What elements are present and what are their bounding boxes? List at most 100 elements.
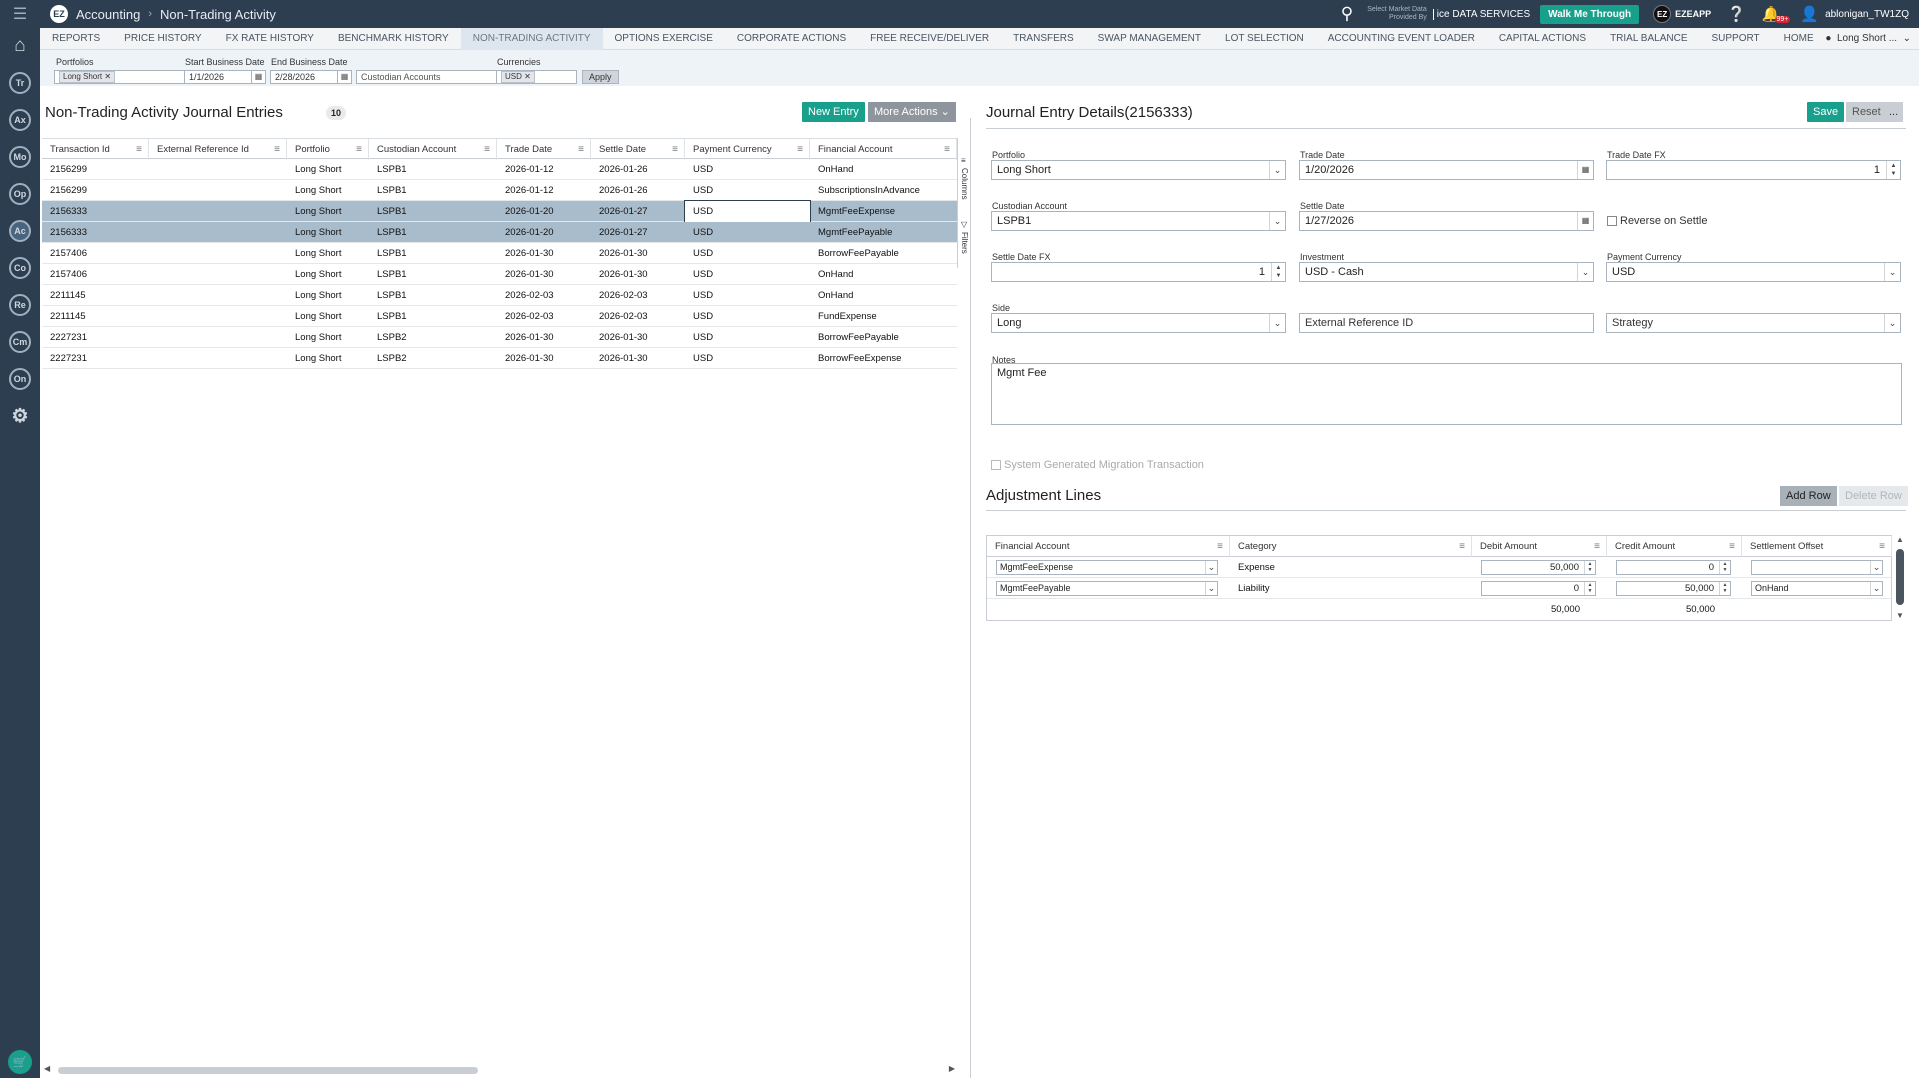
sidebar-item-co[interactable]: Co <box>9 257 31 279</box>
scroll-right-icon[interactable]: ▶ <box>949 1064 955 1073</box>
scroll-down-icon[interactable]: ▼ <box>1896 611 1904 620</box>
trade-date-cell[interactable]: 2026-02-03 <box>497 306 591 327</box>
financial-account-cell[interactable]: OnHand <box>810 285 957 306</box>
payment-currency-cell[interactable]: USD <box>685 348 810 369</box>
external-reference-input[interactable]: External Reference ID <box>1299 313 1594 333</box>
custodian-account-select[interactable]: LSPB1 ⌄ <box>991 211 1286 231</box>
portfolio-cell[interactable]: Long Short <box>287 159 369 180</box>
table-row[interactable]: 2211145 Long Short LSPB1 2026-02-03 2026-02-… <box>42 306 957 327</box>
add-row-button[interactable]: Add Row <box>1780 486 1837 506</box>
financial-account-cell[interactable]: BorrowFeePayable <box>810 243 957 264</box>
settle-date-cell[interactable]: 2026-01-30 <box>591 264 685 285</box>
home-icon[interactable]: ⌂ <box>9 35 31 57</box>
financial-account-cell[interactable]: SubscriptionsInAdvance <box>810 180 957 201</box>
table-row[interactable]: 2156299 Long Short LSPB1 2026-01-12 2026-01-… <box>42 180 957 201</box>
ice-logo[interactable]: ice DATA SERVICES <box>1432 8 1530 20</box>
transaction-id-cell[interactable]: 2156299 <box>42 180 149 201</box>
column-header-settle-date[interactable]: Settle Date ≡ <box>591 139 685 160</box>
save-button[interactable]: Save <box>1807 102 1845 122</box>
delete-row-button[interactable]: Delete Row <box>1839 486 1908 506</box>
custodian-account-cell[interactable]: LSPB1 <box>369 243 497 264</box>
calendar-icon[interactable]: ▦ <box>337 71 351 83</box>
user-name[interactable]: ablonigan_TW1ZQ <box>1825 9 1909 20</box>
settle-date-fx-input[interactable]: 1 ▲ ▼ <box>991 262 1286 282</box>
transaction-id-cell[interactable]: 2227231 <box>42 327 149 348</box>
financial-account-select[interactable]: MgmtFeeExpense ⌄ <box>996 560 1218 575</box>
ezeapp-button[interactable]: EZ EZEAPP <box>1653 5 1711 23</box>
scrollbar-thumb[interactable] <box>1896 549 1904 605</box>
payment-currency-cell[interactable]: USD <box>685 159 810 180</box>
transaction-id-cell[interactable]: 2157406 <box>42 264 149 285</box>
tab-transfers[interactable]: TRANSFERS <box>1001 28 1086 50</box>
table-row[interactable]: 2227231 Long Short LSPB2 2026-01-30 2026-01-… <box>42 348 957 369</box>
external-ref-cell[interactable] <box>149 264 287 285</box>
settlement-offset-select[interactable]: OnHand ⌄ <box>1751 581 1883 596</box>
external-ref-cell[interactable] <box>149 222 287 243</box>
trade-date-cell[interactable]: 2026-02-03 <box>497 285 591 306</box>
custodian-account-cell[interactable]: LSPB1 <box>369 222 497 243</box>
calendar-icon[interactable]: ▦ <box>251 71 265 83</box>
sidebar-item-re[interactable]: Re <box>9 294 31 316</box>
trade-date-cell[interactable]: 2026-01-30 <box>497 264 591 285</box>
tab-trial-balance[interactable]: TRIAL BALANCE <box>1598 28 1699 50</box>
settle-date-cell[interactable]: 2026-01-26 <box>591 159 685 180</box>
sidebar-item-mo[interactable]: Mo <box>9 146 31 168</box>
transaction-id-cell[interactable]: 2157406 <box>42 243 149 264</box>
portfolio-cell[interactable]: Long Short <box>287 180 369 201</box>
external-ref-cell[interactable] <box>149 306 287 327</box>
custodian-account-cell[interactable]: LSPB2 <box>369 348 497 369</box>
debit-amount-input[interactable]: 0 ▲ ▼ <box>1481 581 1596 596</box>
financial-account-cell[interactable]: MgmtFeePayable <box>810 222 957 243</box>
adjustment-row[interactable]: MgmtFeePayable ⌄ Liability 0 ▲ ▼ 50,000 ▲ ▼ O… <box>987 578 1891 599</box>
financial-account-select[interactable]: MgmtFeePayable ⌄ <box>996 581 1218 596</box>
tab-capital-actions[interactable]: CAPITAL ACTIONS <box>1487 28 1598 50</box>
settle-date-cell[interactable]: 2026-01-30 <box>591 243 685 264</box>
adjustment-vertical-scrollbar[interactable]: ▲ ▼ <box>1895 535 1905 625</box>
financial-account-cell[interactable]: MgmtFeeExpense <box>810 201 957 222</box>
financial-account-cell[interactable]: BorrowFeePayable <box>810 327 957 348</box>
sidebar-item-cm[interactable]: Cm <box>9 331 31 353</box>
columns-tab[interactable]: Columns <box>960 168 969 200</box>
settle-date-cell[interactable]: 2026-01-30 <box>591 327 685 348</box>
portfolio-cell[interactable]: Long Short <box>287 201 369 222</box>
sidebar-item-tr[interactable]: Tr <box>9 72 31 94</box>
breadcrumb-app[interactable]: Accounting <box>76 7 140 22</box>
apply-button[interactable]: Apply <box>582 70 619 84</box>
table-row[interactable]: 2156299 Long Short LSPB1 2026-01-12 2026-01-… <box>42 159 957 180</box>
settle-date-cell[interactable]: 2026-01-30 <box>591 348 685 369</box>
transaction-id-cell[interactable]: 2211145 <box>42 285 149 306</box>
cart-icon[interactable]: 🛒 <box>8 1050 32 1074</box>
panel-divider[interactable] <box>970 118 972 1078</box>
scroll-up-icon[interactable]: ▲ <box>1896 535 1904 544</box>
portfolio-selector[interactable]: ● Long Short ... ⌄ <box>1825 33 1911 44</box>
table-row[interactable]: 2211145 Long Short LSPB1 2026-02-03 2026-02-… <box>42 285 957 306</box>
column-header-custodian-account[interactable]: Custodian Account ≡ <box>369 139 497 160</box>
transaction-id-cell[interactable]: 2156333 <box>42 201 149 222</box>
tab-reports[interactable]: REPORTS <box>40 28 112 50</box>
tab-options-exercise[interactable]: OPTIONS EXERCISE <box>603 28 725 50</box>
investment-select[interactable]: USD - Cash ⌄ <box>1299 262 1594 282</box>
external-ref-cell[interactable] <box>149 327 287 348</box>
trade-date-fx-input[interactable]: 1 ▲ ▼ <box>1606 160 1901 180</box>
credit-amount-input[interactable]: 50,000 ▲ ▼ <box>1616 581 1731 596</box>
columns-icon[interactable]: ≡ <box>961 156 966 165</box>
external-ref-cell[interactable] <box>149 348 287 369</box>
start-date-input[interactable]: 1/1/2026 ▦ <box>184 70 266 84</box>
external-ref-cell[interactable] <box>149 201 287 222</box>
settle-date-cell[interactable]: 2026-01-26 <box>591 180 685 201</box>
custodian-account-cell[interactable]: LSPB1 <box>369 159 497 180</box>
reset-button[interactable]: Reset <box>1846 102 1887 122</box>
end-date-input[interactable]: 2/28/2026 ▦ <box>270 70 352 84</box>
side-select[interactable]: Long ⌄ <box>991 313 1286 333</box>
column-header-settlement-offset[interactable]: Settlement Offset ≡ <box>1742 536 1892 557</box>
tab-benchmark-history[interactable]: BENCHMARK HISTORY <box>326 28 461 50</box>
trade-date-cell[interactable]: 2026-01-30 <box>497 348 591 369</box>
transaction-id-cell[interactable]: 2211145 <box>42 306 149 327</box>
user-icon[interactable]: 👤 <box>1800 5 1819 23</box>
tab-corporate-actions[interactable]: CORPORATE ACTIONS <box>725 28 858 50</box>
trade-date-cell[interactable]: 2026-01-30 <box>497 327 591 348</box>
migration-checkbox[interactable] <box>991 460 1001 470</box>
column-header-trade-date[interactable]: Trade Date ≡ <box>497 139 591 160</box>
column-header-debit-amount[interactable]: Debit Amount ≡ <box>1472 536 1607 557</box>
custodian-account-cell[interactable]: LSPB1 <box>369 264 497 285</box>
